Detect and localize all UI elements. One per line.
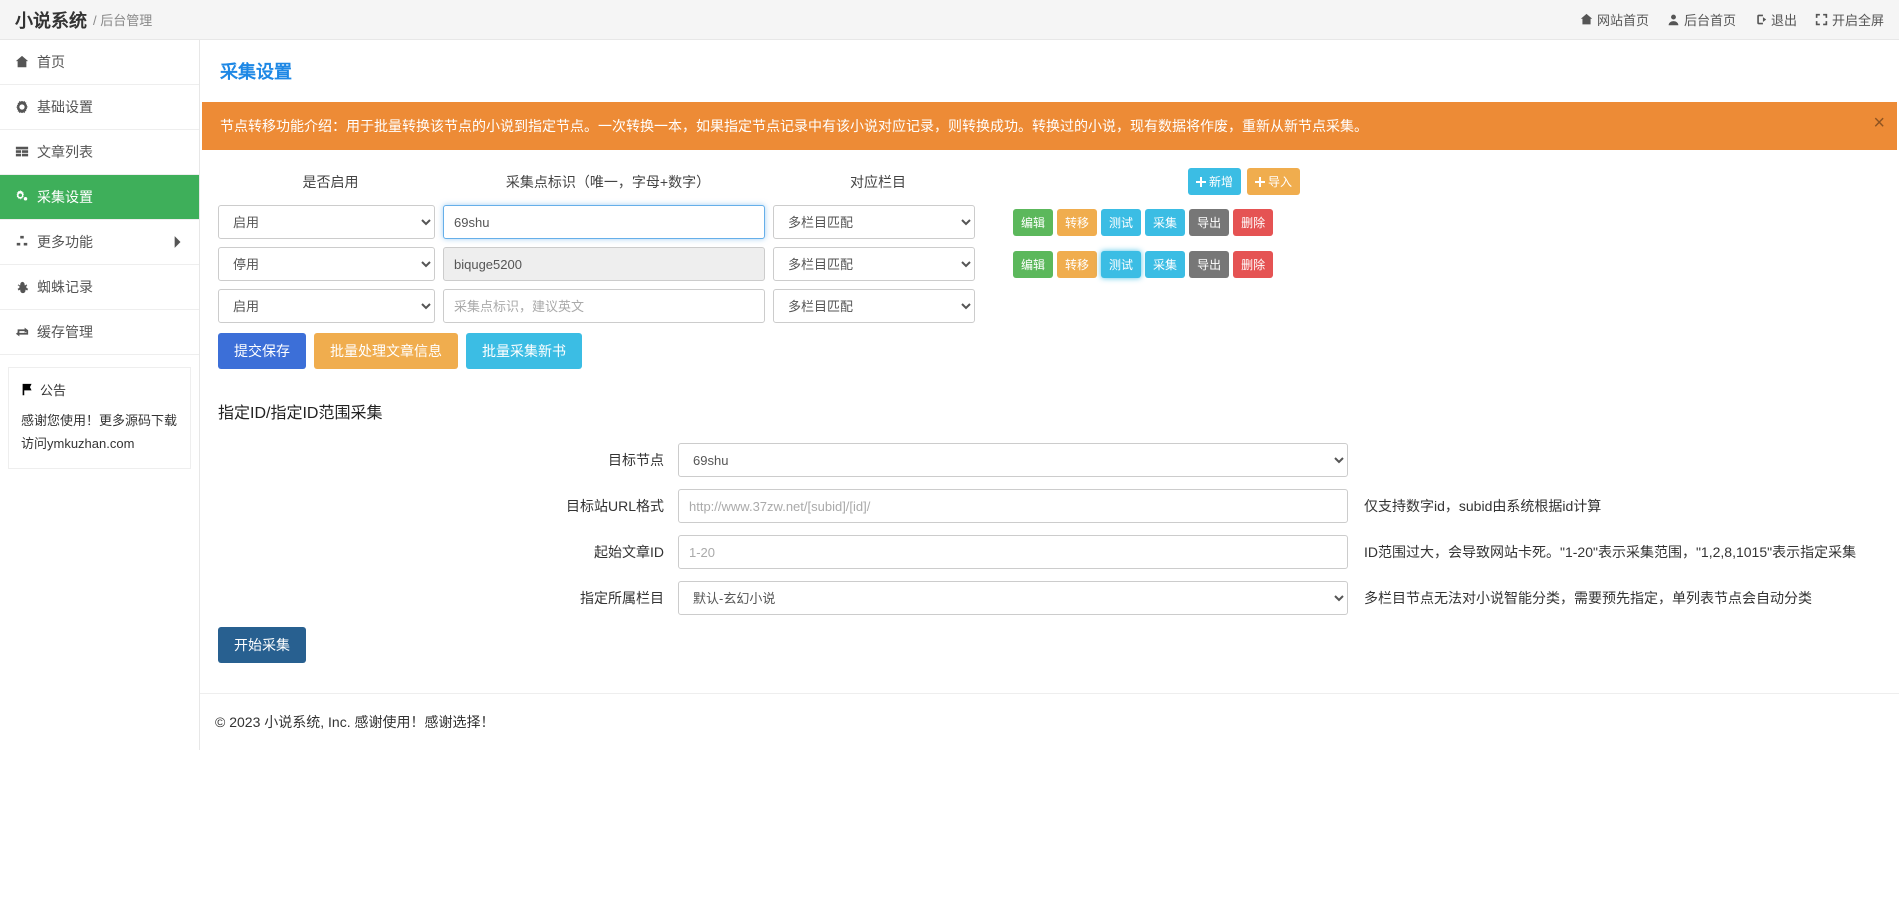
- sidebar-item-label: 更多功能: [37, 232, 93, 252]
- sidebar-item-5[interactable]: 蜘蛛记录: [0, 265, 199, 310]
- nav-fullscreen[interactable]: 开启全屏: [1815, 10, 1884, 29]
- row-actions: 编辑 转移 测试 采集 导出 删除: [1013, 251, 1273, 278]
- help-url-format: 仅支持数字id，subid由系统根据id计算: [1348, 489, 1881, 516]
- help-start-id: ID范围过大，会导致网站卡死。"1-20"表示采集范围，"1,2,8,1015"…: [1348, 535, 1881, 562]
- start-collect-button[interactable]: 开始采集: [218, 627, 306, 663]
- header-category: 对应栏目: [773, 172, 983, 192]
- sidebar: 首页基础设置文章列表采集设置更多功能蜘蛛记录缓存管理 公告 感谢您使用！更多源码…: [0, 40, 200, 750]
- url-format-input[interactable]: [678, 489, 1348, 523]
- delete-button[interactable]: 删除: [1233, 209, 1273, 236]
- sidebar-item-label: 文章列表: [37, 142, 93, 162]
- grid-row: 停用 多栏目匹配 编辑 转移 测试 采集 导出 删除: [218, 247, 1881, 281]
- gear-icon: [15, 100, 29, 114]
- notice-box: 公告 感谢您使用！更多源码下载访问ymkuzhan.com: [8, 367, 191, 469]
- sidebar-item-3[interactable]: 采集设置: [0, 175, 199, 220]
- sidebar-item-2[interactable]: 文章列表: [0, 130, 199, 175]
- header-ident: 采集点标识（唯一，字母+数字）: [443, 172, 773, 192]
- row-actions: 编辑 转移 测试 采集 导出 删除: [1013, 209, 1273, 236]
- import-button[interactable]: 导入: [1247, 168, 1300, 195]
- alert-close-button[interactable]: ×: [1873, 112, 1885, 135]
- home-icon: [1580, 13, 1593, 26]
- export-button[interactable]: 导出: [1189, 209, 1229, 236]
- sidebar-item-0[interactable]: 首页: [0, 40, 199, 85]
- test-button[interactable]: 测试: [1101, 251, 1141, 278]
- plus-icon: [1255, 177, 1265, 187]
- brand-title: 小说系统: [15, 7, 87, 33]
- alert-text: 节点转移功能介绍：用于批量转换该节点的小说到指定节点。一次转换一本，如果指定节点…: [220, 118, 1368, 134]
- edit-button[interactable]: 编辑: [1013, 251, 1053, 278]
- table-icon: [15, 145, 29, 159]
- brand-subtitle: / 后台管理: [93, 10, 152, 29]
- sidebar-item-label: 首页: [37, 52, 65, 72]
- sidebar-item-label: 缓存管理: [37, 322, 93, 342]
- page-title: 采集设置: [220, 58, 1879, 84]
- top-navbar: 小说系统 / 后台管理 网站首页 后台首页 退出 开启全屏: [0, 0, 1899, 40]
- plus-icon: [1196, 177, 1206, 187]
- nav-site-home[interactable]: 网站首页: [1580, 10, 1649, 29]
- user-icon: [1667, 13, 1680, 26]
- chevron-right-icon: [170, 235, 184, 249]
- sidebar-item-4[interactable]: 更多功能: [0, 220, 199, 265]
- header-enable: 是否启用: [218, 172, 443, 192]
- edit-button[interactable]: 编辑: [1013, 209, 1053, 236]
- target-node-select[interactable]: 69shu: [678, 443, 1348, 477]
- help-category: 多栏目节点无法对小说智能分类，需要预先指定，单列表节点会自动分类: [1348, 581, 1881, 608]
- batch-collect-button[interactable]: 批量采集新书: [466, 333, 582, 369]
- label-category: 指定所属栏目: [218, 581, 678, 608]
- export-button[interactable]: 导出: [1189, 251, 1229, 278]
- fullscreen-icon: [1815, 13, 1828, 26]
- enable-select[interactable]: 启用: [218, 205, 435, 239]
- ident-input[interactable]: [443, 289, 765, 323]
- transfer-button[interactable]: 转移: [1057, 251, 1097, 278]
- ident-input[interactable]: [443, 247, 765, 281]
- category-select[interactable]: 默认-玄幻小说: [678, 581, 1348, 615]
- category-select[interactable]: 多栏目匹配: [773, 205, 975, 239]
- submit-save-button[interactable]: 提交保存: [218, 333, 306, 369]
- add-button[interactable]: 新增: [1188, 168, 1241, 195]
- footer: © 2023 小说系统, Inc. 感谢使用！感谢选择！: [200, 693, 1899, 750]
- notice-text: 感谢您使用！更多源码下载访问ymkuzhan.com: [21, 409, 178, 456]
- delete-button[interactable]: 删除: [1233, 251, 1273, 278]
- ident-input[interactable]: [443, 205, 765, 239]
- cogs-icon: [15, 190, 29, 204]
- sidebar-item-1[interactable]: 基础设置: [0, 85, 199, 130]
- enable-select[interactable]: 启用: [218, 289, 435, 323]
- bug-icon: [15, 280, 29, 294]
- transfer-button[interactable]: 转移: [1057, 209, 1097, 236]
- label-start-id: 起始文章ID: [218, 535, 678, 562]
- collect-button[interactable]: 采集: [1145, 209, 1185, 236]
- grid-row: 启用 多栏目匹配 编辑 转移 测试 采集 导出 删除: [218, 205, 1881, 239]
- flag-icon: [21, 383, 34, 396]
- sidebar-item-6[interactable]: 缓存管理: [0, 310, 199, 355]
- category-select[interactable]: 多栏目匹配: [773, 247, 975, 281]
- batch-article-button[interactable]: 批量处理文章信息: [314, 333, 458, 369]
- collect-button[interactable]: 采集: [1145, 251, 1185, 278]
- label-target-node: 目标节点: [218, 443, 678, 470]
- enable-select[interactable]: 停用: [218, 247, 435, 281]
- sidebar-item-label: 蜘蛛记录: [37, 277, 93, 297]
- test-button[interactable]: 测试: [1101, 209, 1141, 236]
- logout-icon: [1754, 13, 1767, 26]
- label-url-format: 目标站URL格式: [218, 489, 678, 516]
- category-select[interactable]: 多栏目匹配: [773, 289, 975, 323]
- sitemap-icon: [15, 235, 29, 249]
- retweet-icon: [15, 325, 29, 339]
- nav-logout[interactable]: 退出: [1754, 10, 1797, 29]
- sidebar-item-label: 基础设置: [37, 97, 93, 117]
- section-id-collect-title: 指定ID/指定ID范围采集: [218, 399, 1899, 423]
- alert-warning: 节点转移功能介绍：用于批量转换该节点的小说到指定节点。一次转换一本，如果指定节点…: [202, 102, 1897, 150]
- home-icon: [15, 55, 29, 69]
- start-id-input[interactable]: [678, 535, 1348, 569]
- notice-title: 公告: [40, 380, 66, 399]
- grid-row: 启用 多栏目匹配: [218, 289, 1881, 323]
- sidebar-item-label: 采集设置: [37, 187, 93, 207]
- nav-admin-home[interactable]: 后台首页: [1667, 10, 1736, 29]
